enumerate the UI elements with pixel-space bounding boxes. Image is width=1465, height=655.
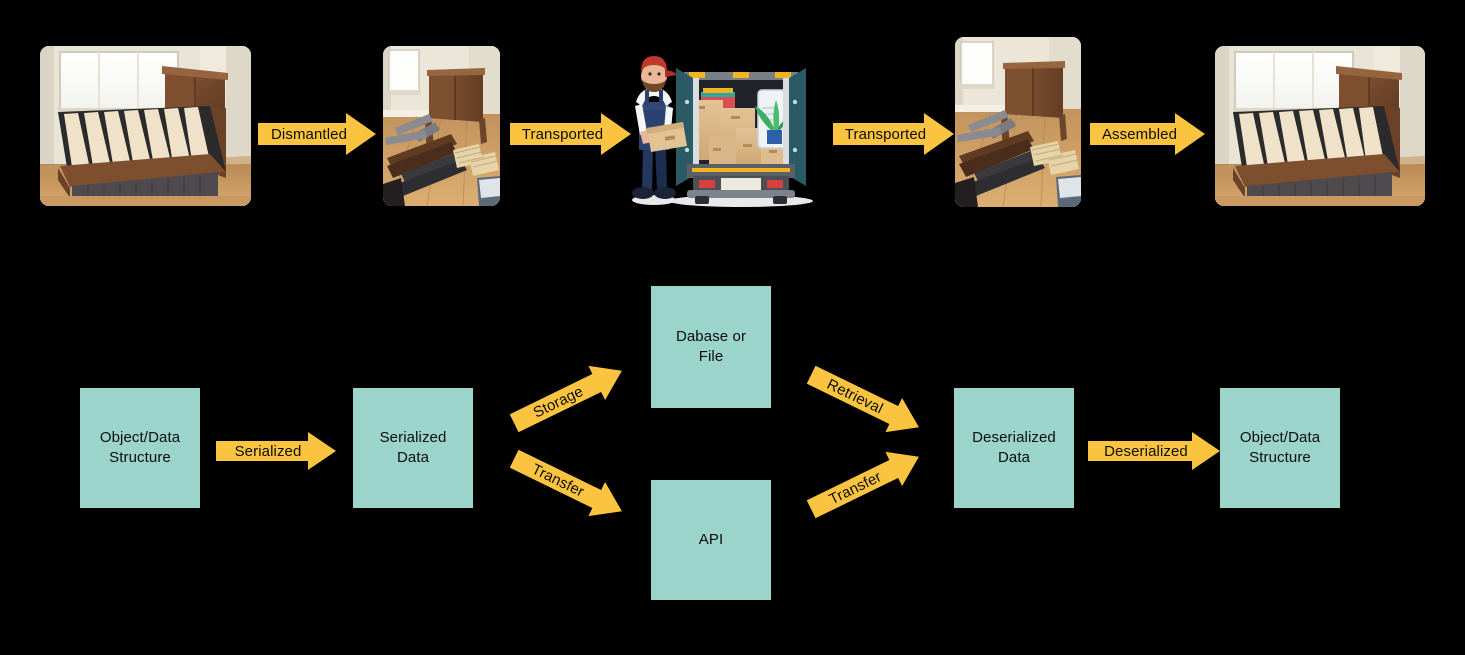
transfer-out-arrow: Transfer — [506, 442, 631, 529]
target-object-box-text: Object/Data Structure — [1240, 428, 1320, 468]
deserialized-data-box: Deserialized Data — [954, 388, 1074, 508]
dismantled-arrow: Dismantled — [258, 113, 376, 155]
serialized-data-box-line2: Data — [396, 449, 430, 466]
dismantled-arrow-label: Dismantled — [270, 125, 348, 143]
assembled-bed-photo-end-art — [1215, 46, 1425, 206]
database-or-file-box-text: Dabase or File — [676, 327, 746, 367]
deserialized-data-box-line1: Deserialized — [972, 429, 1056, 447]
serialized-data-box-text: Serialized Data — [380, 428, 447, 468]
api-box-text: API — [698, 531, 724, 549]
assembled-bed-photo-start-art — [40, 46, 251, 206]
target-object-box: Object/Data Structure — [1220, 388, 1340, 508]
moving-truck-illustration-art — [632, 56, 813, 207]
deserialized-arrow: Deserialized — [1088, 432, 1220, 470]
storage-arrow: Storage — [506, 354, 631, 441]
api-box: API — [651, 480, 771, 600]
deserialized-arrow-label: Deserialized — [1104, 442, 1188, 460]
source-object-box: Object/Data Structure — [80, 388, 200, 508]
transfer-in-arrow: Transfer — [803, 440, 928, 527]
diagram-canvas: Dismantled Transported Transported Assem… — [0, 0, 1465, 655]
assembled-bed-photo-end — [1215, 46, 1425, 206]
assembled-arrow-label: Assembled — [1101, 125, 1178, 143]
transported-arrow-1-label: Transported — [521, 125, 604, 143]
retrieval-arrow: Retrieval — [803, 358, 928, 445]
assembled-bed-photo-start — [40, 46, 251, 206]
dismantled-bed-photo-origin-art — [383, 46, 500, 206]
dismantled-bed-photo-destination — [955, 37, 1081, 207]
transported-arrow-2: Transported — [833, 113, 954, 155]
deserialized-data-box-text: Deserialized Data — [972, 428, 1056, 468]
target-object-box-line2: Structure — [1249, 449, 1311, 466]
target-object-box-line1: Object/Data — [1239, 429, 1321, 447]
database-or-file-box: Dabase or File — [651, 286, 771, 408]
serialized-data-box-line1: Serialized — [379, 429, 447, 447]
deserialized-data-box-line2: Data — [997, 449, 1031, 466]
source-object-box-line1: Object/Data — [99, 429, 181, 447]
database-or-file-box-line2: File — [698, 348, 724, 365]
dismantled-bed-photo-destination-art — [955, 37, 1081, 207]
database-or-file-box-line1: Dabase or — [675, 328, 747, 346]
serialized-arrow-label: Serialized — [234, 442, 302, 460]
transported-arrow-1: Transported — [510, 113, 631, 155]
assembled-arrow: Assembled — [1090, 113, 1205, 155]
serialized-arrow: Serialized — [216, 432, 336, 470]
dismantled-bed-photo-origin — [383, 46, 500, 206]
serialized-data-box: Serialized Data — [353, 388, 473, 508]
source-object-box-line2: Structure — [109, 449, 171, 466]
source-object-box-text: Object/Data Structure — [100, 428, 180, 468]
transported-arrow-2-label: Transported — [844, 125, 927, 143]
moving-truck-illustration — [621, 40, 826, 212]
